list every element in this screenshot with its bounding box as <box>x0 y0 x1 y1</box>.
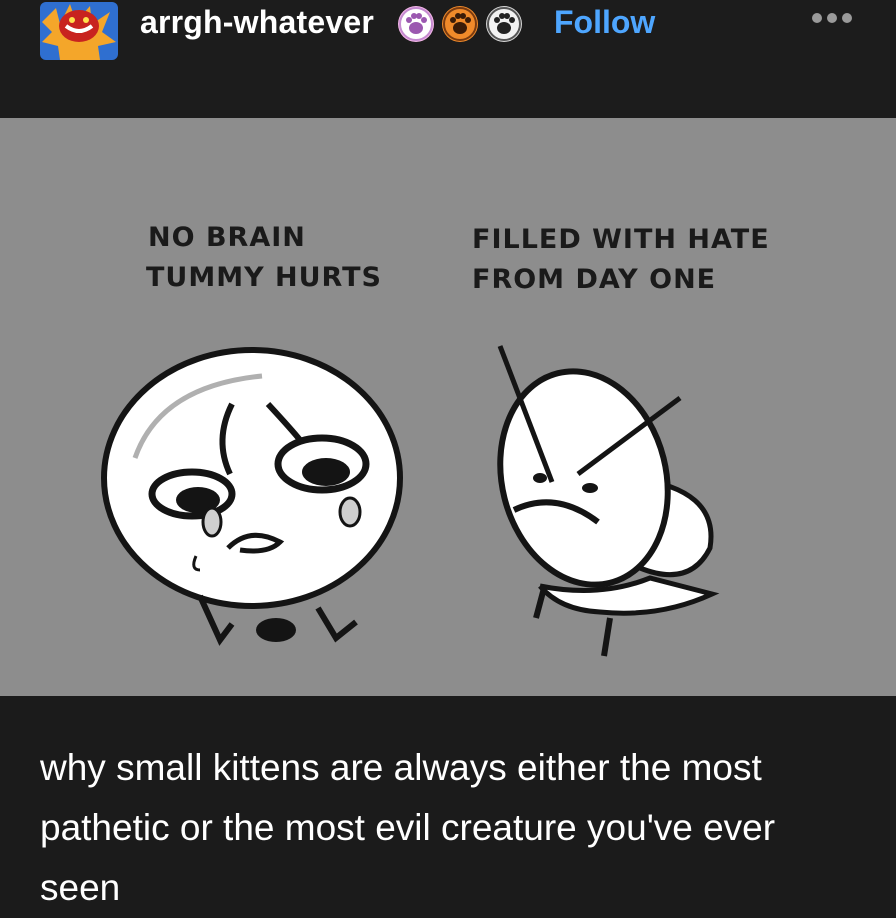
paw-badge-icon[interactable] <box>442 6 478 42</box>
evil-kitten-drawing <box>497 345 720 657</box>
username-link[interactable]: arrgh-whatever <box>140 2 374 42</box>
left-caption-line1: NO BRAIN <box>148 222 306 253</box>
post-caption: why small kittens are always either the … <box>40 747 776 908</box>
comic-image: NO BRAIN TUMMY HURTS FILLED WITH HATE FR… <box>0 118 896 696</box>
red-devil-avatar-icon[interactable] <box>40 2 118 60</box>
follow-button[interactable]: Follow <box>554 2 655 42</box>
paw-badge-icon[interactable] <box>486 6 522 42</box>
paw-badge-icon[interactable] <box>398 6 434 42</box>
right-caption-line2: FROM DAY ONE <box>472 264 717 295</box>
right-caption-line1: FILLED WITH HATE <box>472 224 770 255</box>
post-header: arrgh-whatever Follow <box>0 0 896 118</box>
more-options-icon[interactable] <box>812 8 858 28</box>
sad-kitten-drawing <box>101 347 403 646</box>
comic-drawing <box>101 345 720 657</box>
left-caption-line2: TUMMY HURTS <box>146 262 382 293</box>
badge-list <box>398 6 522 42</box>
